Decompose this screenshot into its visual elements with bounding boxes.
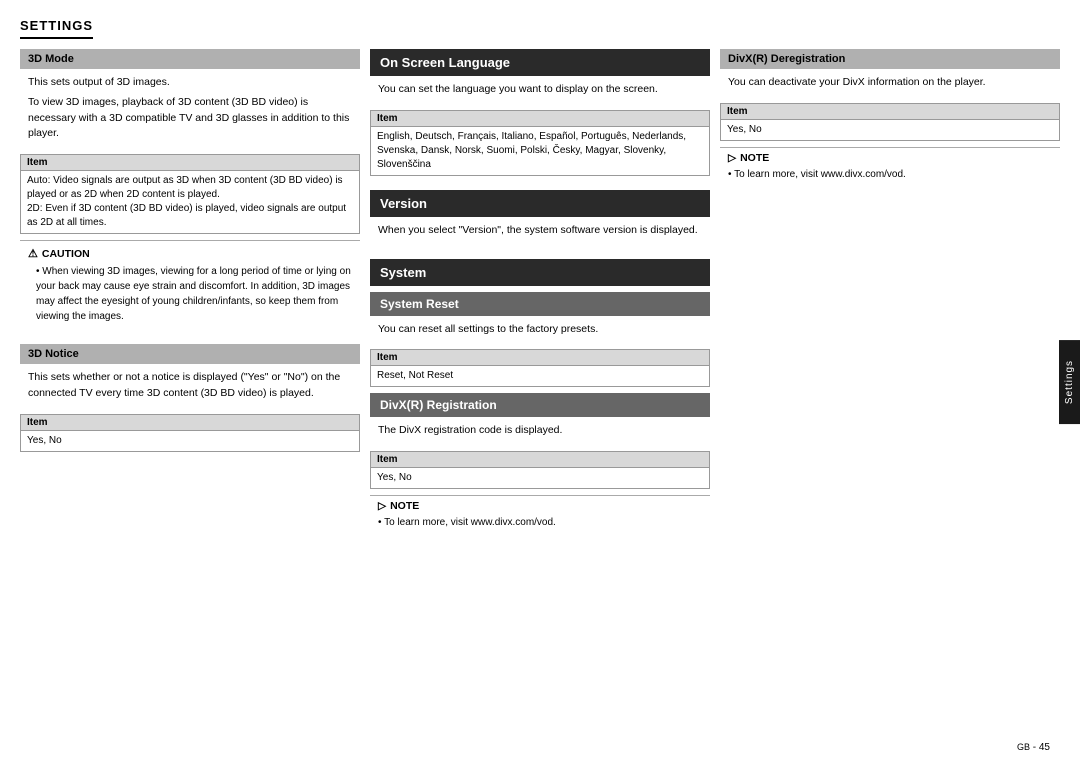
3d-mode-item-content: Auto: Video signals are output as 3D whe… (21, 171, 359, 233)
divx-registration-note: ▷ NOTE To learn more, visit www.divx.com… (370, 495, 710, 534)
3d-mode-text2: To view 3D images, playback of 3D conten… (28, 95, 352, 142)
note-label2: NOTE (740, 152, 769, 164)
on-screen-language-body: You can set the language you want to dis… (370, 76, 710, 104)
caution-icon: ⚠ (28, 247, 38, 260)
page-title: SETTINGS (20, 18, 93, 39)
divx-deregistration-note-title: ▷ NOTE (728, 152, 1052, 164)
section-on-screen-language: On Screen Language You can set the langu… (370, 49, 710, 182)
section-3d-notice: 3D Notice This sets whether or not a not… (20, 344, 360, 458)
3d-notice-item-header: Item (21, 415, 359, 431)
divx-deregistration-item-header: Item (721, 104, 1059, 120)
system-reset-body: You can reset all settings to the factor… (370, 316, 710, 344)
caution-label: CAUTION (42, 248, 90, 260)
system-reset-item-box: Item Reset, Not Reset (370, 349, 710, 387)
3d-notice-text: This sets whether or not a notice is dis… (28, 370, 352, 402)
note-icon2: ▷ (728, 152, 736, 164)
divx-deregistration-note-text: To learn more, visit www.divx.com/vod. (728, 167, 1052, 182)
on-screen-language-text: You can set the language you want to dis… (378, 82, 702, 98)
section-system: System System Reset You can reset all se… (370, 259, 710, 539)
column-3: DivX(R) Deregistration You can deactivat… (720, 49, 1060, 546)
3d-mode-header: 3D Mode (20, 49, 360, 69)
3d-mode-body: This sets output of 3D images. To view 3… (20, 69, 360, 148)
section-version: Version When you select "Version", the s… (370, 190, 710, 251)
column-1: 3D Mode This sets output of 3D images. T… (20, 49, 360, 546)
system-reset-item-content: Reset, Not Reset (371, 366, 709, 386)
divx-registration-header: DivX(R) Registration (370, 393, 710, 417)
columns-wrapper: 3D Mode This sets output of 3D images. T… (20, 49, 1060, 546)
divx-registration-text: The DivX registration code is displayed. (378, 423, 702, 439)
section-divx-deregistration: DivX(R) Deregistration You can deactivat… (720, 49, 1060, 190)
version-text: When you select "Version", the system so… (378, 223, 702, 239)
caution-box: ⚠ CAUTION When viewing 3D images, viewin… (20, 240, 360, 330)
divx-registration-item-box: Item Yes, No (370, 451, 710, 489)
3d-mode-item-header: Item (21, 155, 359, 171)
side-tab: Settings (1059, 339, 1080, 423)
3d-notice-item-content: Yes, No (21, 431, 359, 451)
on-screen-language-item-header: Item (371, 111, 709, 127)
divx-registration-item-content: Yes, No (371, 468, 709, 488)
caution-title: ⚠ CAUTION (28, 247, 352, 260)
divx-registration-note-title: ▷ NOTE (378, 500, 702, 512)
section-3d-mode: 3D Mode This sets output of 3D images. T… (20, 49, 360, 336)
page-container: SETTINGS 3D Mode This sets output of 3D … (0, 0, 1080, 763)
version-header: Version (370, 190, 710, 217)
3d-notice-header: 3D Notice (20, 344, 360, 364)
page-number: GB - 45 (1017, 742, 1050, 753)
column-2: On Screen Language You can set the langu… (370, 49, 710, 546)
on-screen-language-item-box: Item English, Deutsch, Français, Italian… (370, 110, 710, 176)
3d-notice-body: This sets whether or not a notice is dis… (20, 364, 360, 408)
divx-registration-note-text: To learn more, visit www.divx.com/vod. (378, 515, 702, 530)
system-reset-item-header: Item (371, 350, 709, 366)
3d-mode-text1: This sets output of 3D images. (28, 75, 352, 91)
on-screen-language-item-content: English, Deutsch, Français, Italiano, Es… (371, 127, 709, 175)
divx-registration-item-header: Item (371, 452, 709, 468)
system-header: System (370, 259, 710, 286)
divx-deregistration-note: ▷ NOTE To learn more, visit www.divx.com… (720, 147, 1060, 186)
divx-deregistration-note-body: To learn more, visit www.divx.com/vod. (728, 167, 1052, 182)
on-screen-language-header: On Screen Language (370, 49, 710, 76)
divx-registration-note-body: To learn more, visit www.divx.com/vod. (378, 515, 702, 530)
page-number-value: 45 (1039, 742, 1050, 753)
note-icon: ▷ (378, 500, 386, 512)
divx-registration-wrapper: DivX(R) Registration The DivX registrati… (370, 393, 710, 534)
note-label: NOTE (390, 500, 419, 512)
version-body: When you select "Version", the system so… (370, 217, 710, 245)
divx-deregistration-text: You can deactivate your DivX information… (728, 75, 1052, 91)
3d-mode-item-box: Item Auto: Video signals are output as 3… (20, 154, 360, 234)
system-reset-header: System Reset (370, 292, 710, 316)
divx-deregistration-item-content: Yes, No (721, 120, 1059, 140)
divx-deregistration-body: You can deactivate your DivX information… (720, 69, 1060, 97)
divx-deregistration-item-box: Item Yes, No (720, 103, 1060, 141)
3d-mode-item-text: Auto: Video signals are output as 3D whe… (27, 175, 346, 228)
divx-deregistration-header: DivX(R) Deregistration (720, 49, 1060, 69)
caution-body: When viewing 3D images, viewing for a lo… (28, 264, 352, 324)
system-reset-wrapper: System Reset You can reset all settings … (370, 292, 710, 388)
caution-text: When viewing 3D images, viewing for a lo… (36, 264, 352, 324)
gb-label: GB (1017, 742, 1030, 752)
3d-notice-item-box: Item Yes, No (20, 414, 360, 452)
system-reset-text: You can reset all settings to the factor… (378, 322, 702, 338)
divx-registration-body: The DivX registration code is displayed. (370, 417, 710, 445)
